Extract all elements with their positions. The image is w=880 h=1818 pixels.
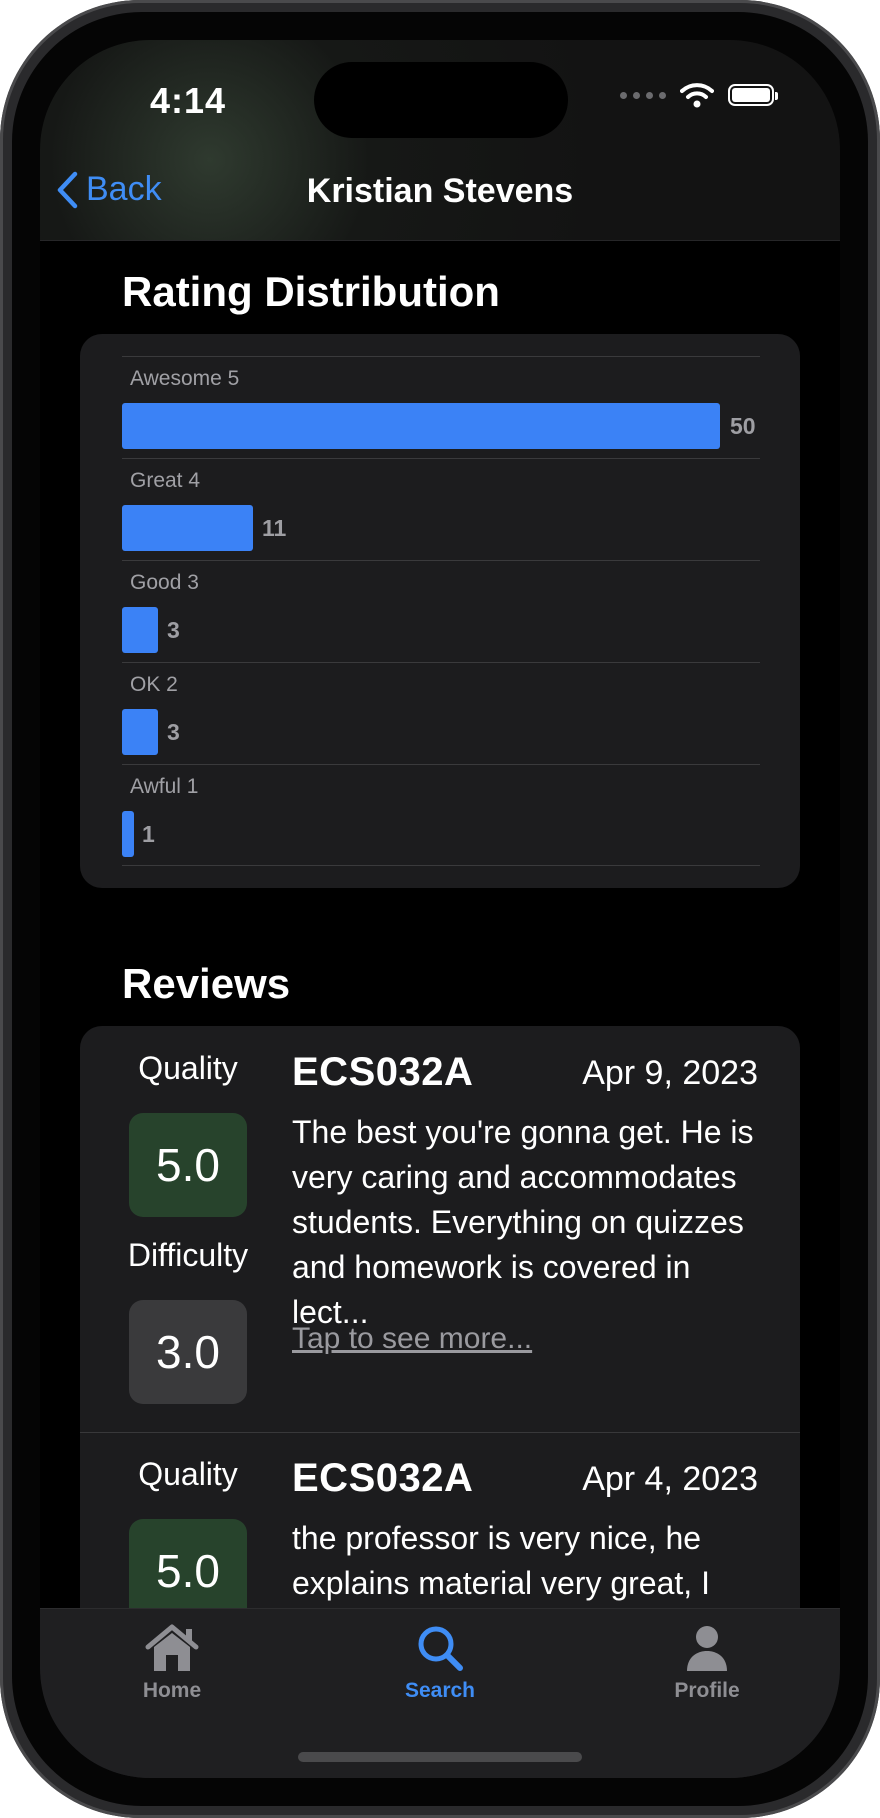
navigation-header: 4:14 Back Kristian Stevens bbox=[40, 40, 840, 241]
screen: 4:14 Back Kristian Stevens Rating Distri… bbox=[40, 40, 840, 1778]
page-title: Kristian Stevens bbox=[306, 172, 574, 210]
dynamic-island bbox=[314, 62, 568, 138]
rating-distribution-card: Awesome 5 50 Great 4 11 Good 3 3 OK 2 3 … bbox=[80, 334, 800, 888]
distribution-row: Good 3 3 bbox=[122, 560, 760, 662]
quality-caption: Quality bbox=[138, 1456, 238, 1492]
review-text: the professor is very nice, he explains … bbox=[292, 1520, 710, 1601]
quality-caption: Quality bbox=[138, 1050, 238, 1086]
distribution-label: Good 3 bbox=[130, 571, 199, 594]
tab-home[interactable]: Home bbox=[82, 1623, 262, 1703]
quality-score-badge: 5.0 bbox=[129, 1113, 247, 1217]
house-icon bbox=[145, 1624, 199, 1671]
review-scores: Quality 5.0 bbox=[120, 1456, 256, 1623]
tab-profile[interactable]: Profile bbox=[617, 1623, 797, 1703]
person-icon bbox=[687, 1626, 727, 1671]
distribution-count: 50 bbox=[730, 413, 756, 439]
see-more-link[interactable]: Tap to see more... bbox=[292, 1322, 532, 1356]
tab-profile-label: Profile bbox=[674, 1679, 740, 1702]
distribution-row: Awesome 5 50 bbox=[122, 356, 760, 458]
review-item[interactable]: Quality 5.0 Difficulty 3.0 ECS032A Apr 9… bbox=[80, 1026, 800, 1433]
status-time: 4:14 bbox=[150, 80, 227, 121]
distribution-count: 3 bbox=[167, 617, 180, 643]
distribution-label: Awful 1 bbox=[130, 775, 199, 798]
review-date: Apr 9, 2023 bbox=[582, 1054, 758, 1092]
distribution-row: Awful 1 1 bbox=[122, 764, 760, 866]
distribution-row: OK 2 3 bbox=[122, 662, 760, 764]
distribution-bar bbox=[122, 811, 134, 857]
distribution-count: 11 bbox=[262, 515, 287, 541]
home-indicator bbox=[298, 1752, 582, 1762]
magnifier-icon bbox=[418, 1626, 463, 1671]
distribution-label: OK 2 bbox=[130, 673, 178, 696]
tab-home-label: Home bbox=[142, 1679, 202, 1702]
distribution-row: Great 4 11 bbox=[122, 458, 760, 560]
difficulty-caption: Difficulty bbox=[127, 1237, 249, 1273]
cellular-signal-icon bbox=[620, 91, 666, 99]
rating-distribution-heading: Rating Distribution bbox=[122, 268, 500, 315]
reviews-heading: Reviews bbox=[122, 960, 291, 1007]
review-scores: Quality 5.0 Difficulty 3.0 bbox=[120, 1050, 256, 1404]
review-course: ECS032A bbox=[292, 1456, 474, 1500]
review-course: ECS032A bbox=[292, 1050, 474, 1094]
tab-search-label: Search bbox=[404, 1679, 476, 1702]
distribution-bar bbox=[122, 505, 253, 551]
distribution-count: 1 bbox=[142, 821, 155, 847]
review-text: The best you're gonna get. He is very ca… bbox=[292, 1114, 754, 1330]
distribution-label: Great 4 bbox=[130, 469, 201, 492]
distribution-bar bbox=[122, 403, 720, 449]
distribution-count: 3 bbox=[167, 719, 180, 745]
distribution-bar bbox=[122, 607, 158, 653]
difficulty-score-badge: 3.0 bbox=[129, 1300, 247, 1404]
status-icons bbox=[620, 82, 778, 108]
tab-search[interactable]: Search bbox=[350, 1623, 530, 1703]
distribution-bar bbox=[122, 709, 158, 755]
distribution-label: Awesome 5 bbox=[130, 367, 240, 390]
battery-icon bbox=[728, 84, 778, 106]
review-date: Apr 4, 2023 bbox=[582, 1460, 758, 1498]
wifi-icon bbox=[680, 83, 714, 108]
